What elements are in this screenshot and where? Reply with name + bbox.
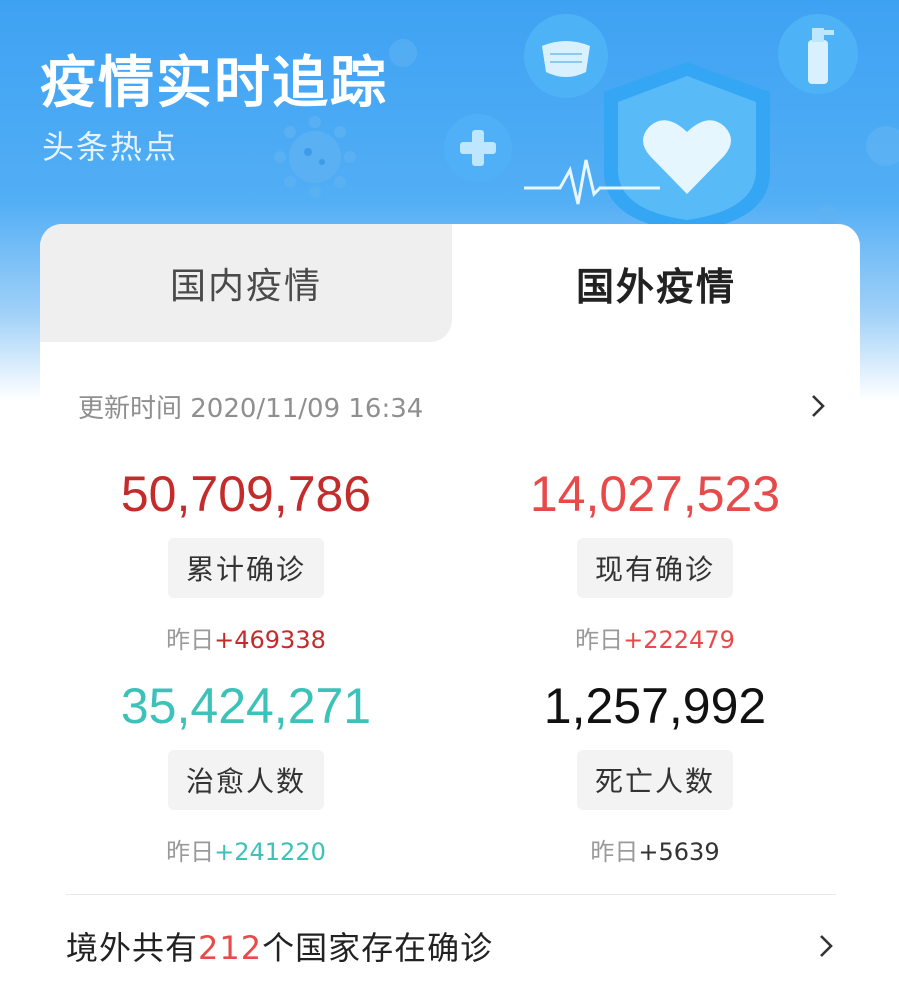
page-title: 疫情实时追踪 xyxy=(40,51,388,116)
countries-summary-row[interactable]: 境外共有212个国家存在确诊 xyxy=(66,919,836,973)
stat-recovered: 35,424,271 治愈人数 昨日+241220 xyxy=(56,678,436,867)
update-row[interactable]: 更新时间 2020/11/09 16:34 xyxy=(78,386,828,426)
delta-value: +5639 xyxy=(638,838,720,866)
deaths-delta: 昨日+5639 xyxy=(465,832,845,867)
current-confirmed-label: 现有确诊 xyxy=(576,538,733,598)
recovered-value: 35,424,271 xyxy=(120,678,372,734)
delta-value: +222479 xyxy=(623,626,735,654)
delta-prefix: 昨日 xyxy=(590,838,639,866)
tab-domestic[interactable]: 国内疫情 xyxy=(40,224,452,342)
delta-prefix: 昨日 xyxy=(166,626,215,654)
tab-foreign[interactable]: 国外疫情 xyxy=(452,224,860,342)
tab-bar: 国内疫情 国外疫情 xyxy=(40,224,860,342)
medical-cross-icon xyxy=(444,114,512,182)
chevron-right-icon xyxy=(820,935,833,957)
deaths-label: 死亡人数 xyxy=(576,750,733,810)
summary-suffix: 个国家存在确诊 xyxy=(262,929,494,967)
recovered-label: 治愈人数 xyxy=(167,750,324,810)
total-confirmed-delta: 昨日+469338 xyxy=(56,620,436,655)
virus-icon xyxy=(866,126,899,166)
heartbeat-icon xyxy=(524,159,660,205)
deaths-value: 1,257,992 xyxy=(543,678,767,734)
stat-current-confirmed: 14,027,523 现有确诊 昨日+222479 xyxy=(465,466,845,655)
recovered-delta: 昨日+241220 xyxy=(56,832,436,867)
stat-total-confirmed: 50,709,786 累计确诊 昨日+469338 xyxy=(56,466,436,655)
summary-prefix: 境外共有 xyxy=(66,929,199,967)
delta-value: +469338 xyxy=(214,626,326,654)
divider xyxy=(66,894,836,895)
delta-prefix: 昨日 xyxy=(166,838,215,866)
spray-bottle-icon xyxy=(778,14,858,94)
chevron-right-icon xyxy=(812,395,825,417)
stats-card: 国内疫情 国外疫情 更新时间 2020/11/09 16:34 50,709,7… xyxy=(40,224,860,1000)
update-time: 更新时间 2020/11/09 16:34 xyxy=(78,393,424,424)
stat-deaths: 1,257,992 死亡人数 昨日+5639 xyxy=(465,678,845,867)
total-confirmed-value: 50,709,786 xyxy=(120,466,372,522)
current-confirmed-value: 14,027,523 xyxy=(529,466,781,522)
current-confirmed-delta: 昨日+222479 xyxy=(465,620,845,655)
countries-summary: 境外共有212个国家存在确诊 xyxy=(66,923,493,969)
page-subtitle: 头条热点 xyxy=(42,128,179,166)
country-count: 212 xyxy=(198,929,263,967)
delta-prefix: 昨日 xyxy=(575,626,624,654)
total-confirmed-label: 累计确诊 xyxy=(167,538,324,598)
delta-value: +241220 xyxy=(214,838,326,866)
virus-icon xyxy=(274,116,356,198)
